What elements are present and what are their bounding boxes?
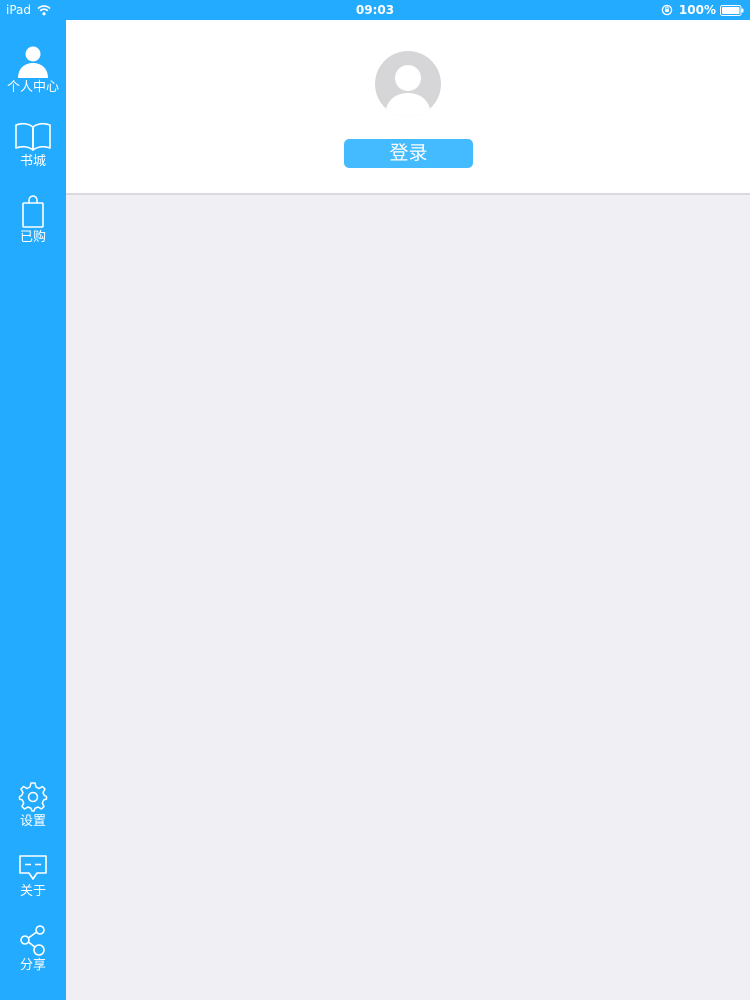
sidebar-item-label: 书城	[19, 154, 46, 169]
sidebar-item-label: 分享	[19, 958, 46, 973]
main-content	[66, 195, 750, 1000]
sidebar-item-label: 已购	[19, 230, 46, 245]
sidebar-item-bookstore[interactable]: 书城	[0, 122, 66, 170]
sidebar-item-label: 关于	[19, 884, 46, 899]
chat-bubble-icon	[19, 855, 47, 880]
sidebar-item-label: 个人中心	[6, 80, 59, 95]
battery-percentage: 100%	[678, 3, 716, 17]
default-avatar-icon[interactable]	[375, 51, 441, 117]
shopping-bag-icon	[22, 195, 44, 228]
book-icon	[15, 122, 51, 151]
sidebar-item-purchased[interactable]: 已购	[0, 194, 66, 246]
status-bar-right: 100%	[661, 3, 744, 17]
battery-icon	[720, 4, 744, 16]
sidebar-item-personal-center[interactable]: 个人中心	[0, 44, 66, 96]
status-bar: iPad 09:03 100%	[0, 0, 750, 20]
status-time: 09:03	[355, 3, 395, 17]
sidebar: 个人中心 书城 已购 设置 关于 分享	[0, 20, 66, 1000]
orientation-lock-icon	[661, 4, 673, 16]
login-button[interactable]: 登录	[344, 139, 473, 168]
person-icon	[18, 46, 48, 78]
sidebar-item-label: 设置	[19, 814, 46, 829]
gear-icon	[18, 782, 48, 812]
sidebar-item-about[interactable]: 关于	[0, 854, 66, 900]
sidebar-item-settings[interactable]: 设置	[0, 782, 66, 830]
sidebar-item-share[interactable]: 分享	[0, 924, 66, 974]
profile-header: 登录	[66, 20, 750, 195]
share-icon	[20, 925, 45, 956]
